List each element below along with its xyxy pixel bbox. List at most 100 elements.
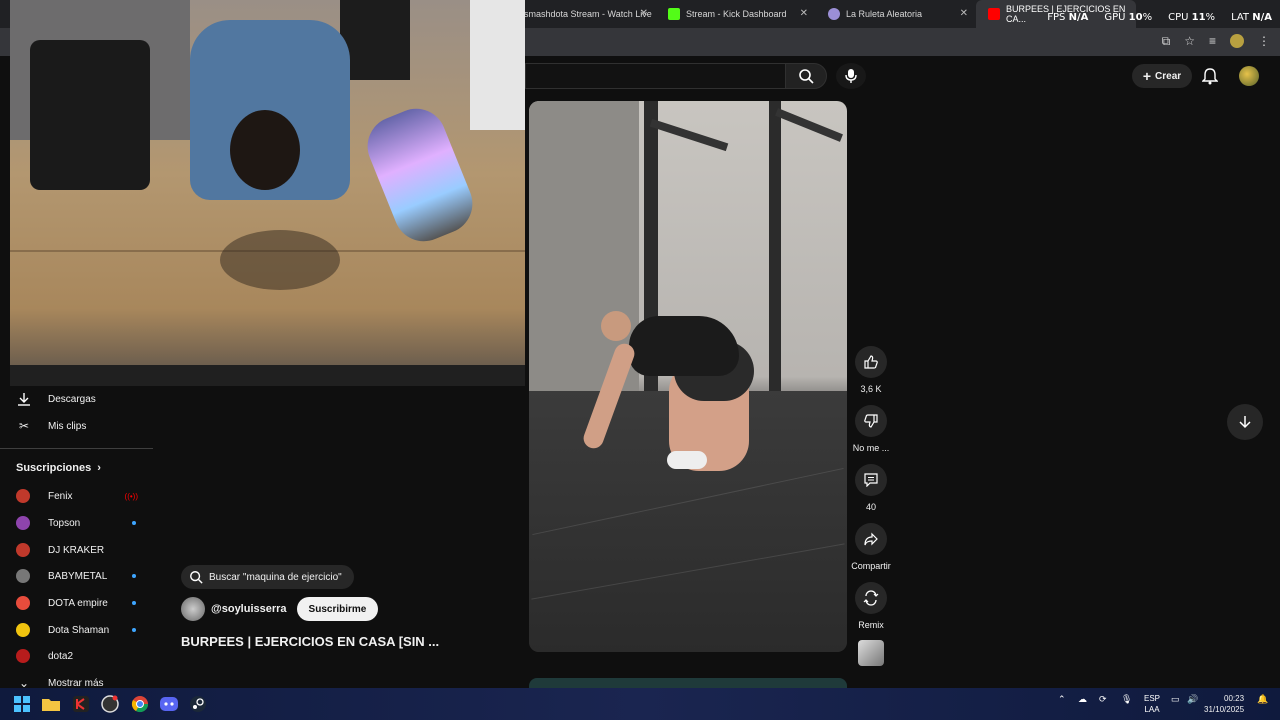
subscription-name: Fenix — [48, 490, 73, 502]
second-person — [470, 0, 525, 130]
sidebar-item-clips[interactable]: ✂ Mis clips — [16, 415, 86, 437]
remix-button[interactable] — [855, 582, 887, 614]
youtube-icon — [988, 8, 1000, 20]
sidebar-item-label: Mis clips — [48, 420, 87, 432]
pullup-bar — [775, 108, 843, 142]
rack-post — [769, 101, 781, 431]
gpu-stat: GPU 10% — [1104, 12, 1153, 23]
volume-icon[interactable]: 🔊 — [1187, 694, 1198, 705]
menu-icon[interactable]: ⋮ — [1258, 34, 1270, 49]
arrow-down-icon — [1239, 416, 1251, 429]
sound-thumbnail[interactable] — [858, 640, 884, 666]
share-icon — [864, 532, 878, 546]
share-action: Compartir — [848, 523, 894, 571]
subscription-name: Dota Shaman — [48, 624, 110, 636]
tab-title: Stream - Kick Dashboard — [686, 9, 787, 19]
channel-avatar[interactable] — [181, 597, 205, 621]
tab-title: smashdota Stream - Watch Live — [524, 9, 652, 19]
install-app-icon[interactable]: ⧉ — [1162, 34, 1171, 49]
media-control-icon[interactable]: ≡ — [1209, 34, 1216, 49]
windows-start-icon[interactable] — [12, 694, 32, 714]
channel-name[interactable]: @soyluisserra — [211, 603, 287, 615]
sidebar-item-downloads[interactable]: Descargas — [16, 388, 96, 410]
network-icon[interactable]: ▭ — [1171, 694, 1180, 705]
account-avatar[interactable] — [1239, 66, 1259, 86]
onedrive-icon[interactable]: ☁ — [1078, 694, 1087, 705]
close-icon[interactable]: ✕ — [960, 8, 968, 19]
sync-icon[interactable]: ⟳ — [1099, 694, 1107, 705]
sidebar-item-djkraker[interactable]: DJ KRAKER — [16, 540, 136, 560]
fps-stat: FPS N/A — [1047, 12, 1089, 23]
new-content-dot — [132, 628, 136, 632]
steam-icon[interactable] — [188, 694, 208, 714]
floor-shadow — [220, 230, 340, 290]
sidebar-item-babymetal[interactable]: BABYMETAL — [16, 566, 136, 586]
next-short-button[interactable] — [1227, 404, 1263, 440]
sidebar-item-dota-empire[interactable]: DOTA empire — [16, 593, 136, 613]
like-button[interactable] — [855, 346, 887, 378]
comment-icon — [864, 473, 878, 487]
subscribe-button[interactable]: Suscribirme — [296, 597, 379, 621]
create-button[interactable]: + Crear — [1132, 64, 1192, 88]
like-action: 3,6 K — [848, 346, 894, 394]
athlete-head — [601, 311, 631, 341]
obs-icon[interactable] — [100, 694, 120, 714]
chevron-right-icon: › — [97, 462, 101, 474]
sidebar-item-topson[interactable]: Topson — [16, 513, 136, 533]
avatar — [16, 489, 30, 503]
close-icon[interactable]: ✕ — [800, 8, 808, 19]
address-bar-actions: ⧉ ☆ ≡ ⋮ — [1162, 34, 1270, 49]
new-content-dot — [132, 574, 136, 578]
tab-kick-dashboard[interactable]: Stream - Kick Dashboard ✕ — [656, 0, 816, 28]
comments-count: 40 — [865, 502, 876, 512]
input-language[interactable]: ESP LAA — [1144, 693, 1160, 715]
sidebar-item-dota-shaman[interactable]: Dota Shaman — [16, 620, 136, 640]
short-video-player[interactable] — [529, 101, 847, 652]
comments-button[interactable] — [855, 464, 887, 496]
tray-overflow-icon[interactable]: ⌃ — [1058, 694, 1066, 705]
bookmark-star-icon[interactable]: ☆ — [1184, 34, 1195, 49]
microphone-tray-icon[interactable]: 🎙 — [1121, 694, 1132, 705]
tab-ruleta[interactable]: La Ruleta Aleatoria ✕ — [816, 0, 976, 28]
voice-search-button[interactable] — [836, 63, 866, 89]
avatar — [16, 543, 30, 557]
profile-icon[interactable] — [1230, 34, 1244, 48]
pullup-bar — [649, 118, 729, 152]
notification-center-icon[interactable]: 🔔 — [1257, 694, 1268, 705]
tab-smashdota[interactable]: smashdota Stream - Watch Live ✕ — [512, 0, 656, 28]
avatar — [16, 569, 30, 583]
subscription-name: dota2 — [48, 650, 74, 662]
live-icon: ((•)) — [124, 491, 138, 501]
dislike-button[interactable] — [855, 405, 887, 437]
close-icon[interactable]: ✕ — [640, 8, 648, 19]
next-short-preview[interactable] — [529, 678, 847, 688]
notifications-button[interactable] — [1201, 67, 1219, 90]
search-button[interactable] — [785, 63, 827, 89]
search-icon — [190, 571, 203, 584]
comments-action: 40 — [848, 464, 894, 512]
subscription-name: BABYMETAL — [48, 570, 108, 582]
remix-icon — [863, 590, 879, 606]
sidebar-item-fenix[interactable]: Fenix ((•)) — [16, 486, 138, 506]
download-icon — [16, 392, 32, 406]
keyboard-layout: LAA — [1144, 705, 1160, 714]
webcam-overlay — [10, 0, 525, 386]
subscription-name: DOTA empire — [48, 597, 108, 609]
system-clock[interactable]: 00:23 31/10/2025 — [1204, 693, 1244, 715]
subscriptions-heading[interactable]: Suscripciones › — [16, 462, 101, 474]
short-title[interactable]: BURPEES | EJERCICIOS EN CASA [SIN ... — [181, 634, 439, 649]
chrome-icon[interactable] — [130, 694, 150, 714]
discord-icon[interactable] — [159, 694, 179, 714]
file-explorer-icon[interactable] — [41, 694, 61, 714]
sidebar-item-dota2[interactable]: dota2 — [16, 646, 136, 666]
keyboard — [10, 365, 525, 386]
share-button[interactable] — [855, 523, 887, 555]
microphone-icon — [845, 69, 857, 83]
search-input[interactable] — [525, 63, 785, 89]
clock-date: 31/10/2025 — [1204, 705, 1245, 714]
kick-app-icon[interactable] — [71, 694, 91, 714]
remix-label: Remix — [858, 620, 884, 630]
thumbs-down-icon — [864, 414, 878, 428]
remix-action: Remix — [848, 582, 894, 630]
related-search-chip[interactable]: Buscar "maquina de ejercicio" — [181, 565, 354, 589]
